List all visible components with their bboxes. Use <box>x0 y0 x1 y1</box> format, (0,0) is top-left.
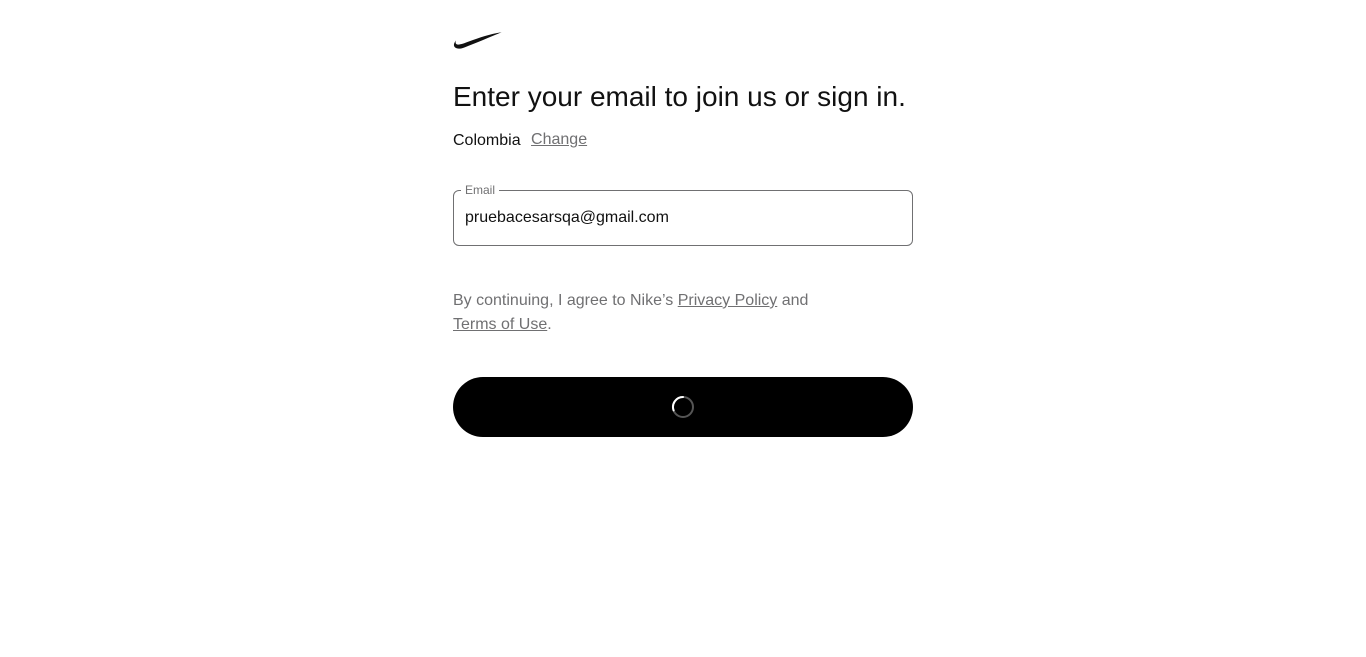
change-country-link[interactable]: Change <box>531 131 587 148</box>
email-field[interactable]: Email <box>453 183 913 246</box>
privacy-policy-link[interactable]: Privacy Policy <box>678 292 778 309</box>
continue-button[interactable] <box>453 377 913 437</box>
terms-suffix: . <box>547 316 552 333</box>
email-input[interactable] <box>465 207 895 229</box>
terms-middle: and <box>777 292 809 309</box>
country-name: Colombia <box>453 132 521 149</box>
terms-prefix: By continuing, I agree to Nike’s <box>453 292 678 309</box>
terms-notice: By continuing, I agree to Nike’s Privacy… <box>453 289 833 337</box>
nike-swoosh-icon[interactable] <box>453 30 503 50</box>
terms-of-use-link[interactable]: Terms of Use <box>453 316 547 333</box>
country-row: Colombia Change <box>453 131 587 151</box>
page-title: Enter your email to join us or sign in. <box>453 81 906 112</box>
sign-in-page: Enter your email to join us or sign in. … <box>0 0 1366 657</box>
loading-spinner-icon <box>672 396 694 418</box>
email-field-label: Email <box>461 183 500 197</box>
